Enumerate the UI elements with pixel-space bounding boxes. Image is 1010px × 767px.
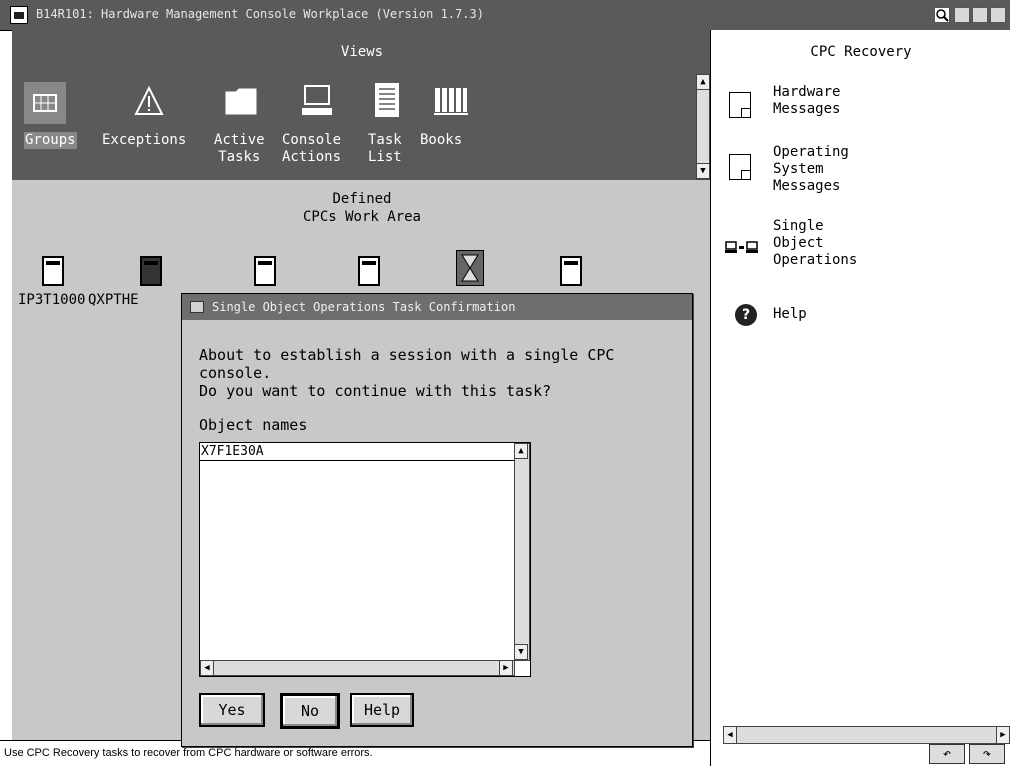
books-icon [434, 86, 468, 121]
object-names-list[interactable]: X7F1E30A ▲ ▼ ◀ ▶ [199, 442, 531, 677]
folder-icon [224, 86, 258, 121]
cpc-icon [42, 256, 64, 286]
scroll-up-button[interactable]: ▲ [514, 443, 528, 459]
redo-icon[interactable]: ↷ [969, 744, 1005, 764]
scroll-right-button[interactable]: ▶ [996, 726, 1010, 744]
document-icon [729, 154, 751, 180]
console-icon [300, 84, 334, 123]
dialog-question: Do you want to continue with this task? [199, 382, 552, 400]
cpc-label: QXPTHE [88, 292, 139, 308]
dialog-message: About to establish a session with a sing… [199, 346, 615, 382]
document-icon [729, 92, 751, 118]
view-label: Console Actions [282, 132, 342, 165]
task-help[interactable]: ? Help [725, 302, 925, 330]
task-single-object-operations[interactable]: Single Object Operations [725, 216, 925, 274]
scroll-down-button[interactable]: ▼ [696, 163, 710, 179]
cpc-object[interactable] [252, 256, 282, 286]
list-hscrollbar[interactable]: ◀ ▶ [200, 660, 515, 676]
views-panel: Views Groups Exceptions Active Tasks Con… [12, 30, 710, 180]
dialog-menu-icon[interactable] [190, 301, 204, 313]
cpc-object[interactable] [452, 250, 488, 286]
view-task-list[interactable]: Task List [366, 78, 410, 168]
view-groups[interactable]: Groups [12, 78, 92, 168]
scroll-right-button[interactable]: ▶ [499, 660, 513, 676]
view-label: Groups [24, 132, 77, 149]
cpc-object[interactable] [558, 256, 588, 286]
dialog-title: Single Object Operations Task Confirmati… [212, 300, 516, 314]
scroll-left-button[interactable]: ◀ [200, 660, 214, 676]
cpc-object[interactable] [356, 256, 386, 286]
work-area-title: Defined CPCs Work Area [302, 191, 421, 225]
cpc-icon [254, 256, 276, 286]
task-label: Operating System Messages [773, 144, 849, 194]
view-console-actions[interactable]: Console Actions [282, 78, 354, 168]
hourglass-icon [456, 250, 484, 286]
view-books[interactable]: Books [420, 78, 476, 168]
views-title: Views [340, 44, 384, 60]
status-text: Use CPC Recovery tasks to recover from C… [4, 747, 373, 759]
dialog-title-bar: Single Object Operations Task Confirmati… [182, 294, 692, 320]
maximize-button[interactable] [990, 7, 1006, 23]
cpc-icon [358, 256, 380, 286]
groups-icon [24, 82, 66, 124]
hide-button[interactable] [954, 7, 970, 23]
list-vscrollbar[interactable]: ▲ ▼ [514, 443, 530, 661]
task-label: Help [773, 306, 807, 322]
task-panel-hscrollbar[interactable]: ◀ ▶ [723, 726, 1010, 744]
scroll-left-button[interactable]: ◀ [723, 726, 737, 744]
minimize-button[interactable] [972, 7, 988, 23]
view-active-tasks[interactable]: Active Tasks [212, 78, 272, 168]
view-label: Active Tasks [214, 132, 265, 165]
system-menu-icon[interactable] [10, 6, 28, 24]
view-label: Books [420, 132, 463, 148]
task-panel-title: CPC Recovery [810, 44, 912, 60]
undo-icon[interactable]: ↶ [929, 744, 965, 764]
computers-icon [725, 240, 759, 259]
task-hardware-messages[interactable]: Hardware Messages [725, 82, 925, 124]
cpc-icon [560, 256, 582, 286]
no-button[interactable]: No [280, 693, 340, 729]
view-exceptions[interactable]: Exceptions [102, 78, 198, 168]
view-label: Task List [368, 132, 402, 165]
object-names-label: Object names [199, 416, 308, 434]
scroll-down-button[interactable]: ▼ [514, 644, 528, 660]
task-panel: CPC Recovery Hardware Messages Operating… [710, 30, 1010, 766]
warning-icon [134, 85, 164, 121]
cpc-object[interactable]: QXPTHE [88, 256, 180, 308]
scroll-up-button[interactable]: ▲ [696, 74, 710, 90]
task-label: Single Object Operations [773, 218, 858, 268]
cpc-label: IP3T1000 [18, 292, 86, 308]
confirmation-dialog: Single Object Operations Task Confirmati… [181, 293, 693, 747]
yes-button[interactable]: Yes [199, 693, 265, 727]
views-scrollbar[interactable]: ▲ ▼ [696, 74, 710, 180]
view-label: Exceptions [102, 132, 187, 148]
help-button[interactable]: Help [350, 693, 414, 727]
window-title-bar: B14R101: Hardware Management Console Wor… [0, 0, 1010, 31]
search-icon[interactable] [934, 7, 950, 23]
task-operating-system-messages[interactable]: Operating System Messages [725, 142, 925, 200]
window-title: B14R101: Hardware Management Console Wor… [36, 7, 484, 21]
cpc-icon [140, 256, 162, 286]
task-label: Hardware Messages [773, 84, 841, 117]
help-icon: ? [735, 304, 757, 326]
list-item[interactable]: X7F1E30A [200, 443, 514, 461]
tasklist-icon [374, 82, 400, 123]
cpc-object[interactable]: IP3T1000 [18, 256, 86, 308]
